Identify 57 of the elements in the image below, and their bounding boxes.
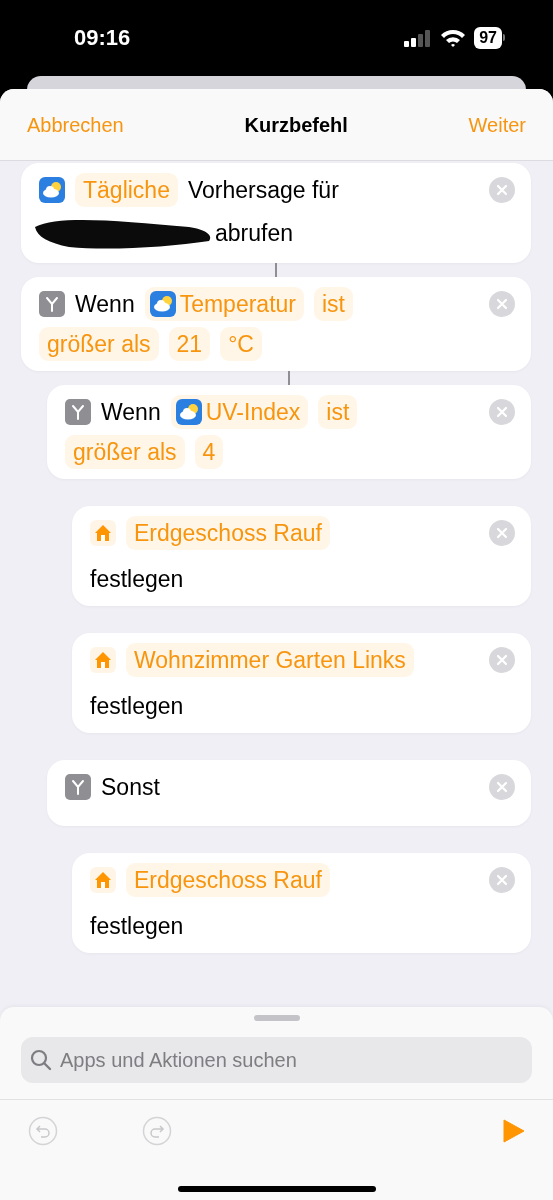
close-icon[interactable] (489, 647, 515, 673)
parameter-token[interactable]: Erdgeschoss Rauf (126, 863, 330, 897)
weather-icon (149, 291, 176, 317)
search-icon (30, 1049, 52, 1071)
cancel-button[interactable]: Abbrechen (27, 109, 124, 140)
parameter-token[interactable]: Erdgeschoss Rauf (126, 516, 330, 550)
close-icon[interactable] (489, 774, 515, 800)
parameter-token[interactable]: Tägliche (75, 173, 178, 207)
undo-icon[interactable] (28, 1115, 58, 1146)
redo-icon[interactable] (142, 1115, 172, 1146)
close-icon[interactable] (489, 867, 515, 893)
action-text: Wenn (101, 398, 161, 427)
action-card[interactable]: Wenn Temperatur ist größer als 21 °C (21, 277, 531, 371)
home-icon (90, 867, 116, 893)
action-text: festlegen (90, 912, 184, 941)
parameter-token[interactable]: ist (314, 287, 353, 321)
variable-token[interactable]: UV-Index (170, 395, 309, 429)
close-icon[interactable] (489, 399, 515, 425)
weather-icon (39, 177, 65, 203)
parameter-token[interactable]: 4 (194, 435, 224, 469)
parameter-token[interactable]: größer als (39, 327, 159, 361)
action-card[interactable]: Erdgeschoss Rauf festlegen (72, 506, 531, 606)
signal-icon (404, 28, 433, 47)
action-text: abrufen (215, 219, 293, 248)
search-field[interactable]: Apps und Aktionen suchen (21, 1037, 532, 1083)
parameter-token[interactable]: ist (318, 395, 358, 429)
play-icon[interactable] (503, 1118, 525, 1143)
action-text: festlegen (90, 692, 184, 721)
action-card[interactable]: Wenn UV-Index ist größer als 4 (47, 385, 531, 479)
close-icon[interactable] (489, 177, 515, 203)
action-card[interactable]: Wohnzimmer Garten Links festlegen (72, 633, 531, 733)
action-text: Sonst (101, 773, 160, 802)
action-text: Vorhersage für (187, 176, 339, 205)
action-card[interactable]: Sonst (47, 760, 531, 826)
close-icon[interactable] (489, 520, 515, 546)
home-icon (90, 520, 116, 546)
variable-token[interactable]: Temperatur (144, 287, 304, 321)
action-text: Wenn (75, 290, 135, 319)
home-icon (90, 647, 116, 673)
action-text: festlegen (90, 565, 184, 594)
branch-icon (65, 774, 91, 800)
action-card[interactable]: Tägliche Vorhersage für abrufen (21, 163, 531, 263)
branch-icon (39, 291, 65, 317)
battery-icon: 97 (474, 26, 505, 49)
screen-title: Kurzbefehl (244, 112, 348, 138)
wifi-icon (440, 28, 467, 47)
close-icon[interactable] (489, 291, 515, 317)
parameter-token[interactable]: größer als (65, 435, 185, 469)
sheet-handle[interactable] (253, 1015, 300, 1021)
branch-icon (65, 399, 91, 425)
parameter-token[interactable]: 21 (168, 327, 211, 361)
parameter-token[interactable]: °C (220, 327, 262, 361)
next-button[interactable]: Weiter (468, 109, 526, 140)
status-time: 09:16 (74, 24, 131, 52)
parameter-token[interactable]: Wohnzimmer Garten Links (126, 643, 414, 677)
weather-icon (175, 399, 202, 425)
action-card[interactable]: Erdgeschoss Rauf festlegen (72, 853, 531, 953)
